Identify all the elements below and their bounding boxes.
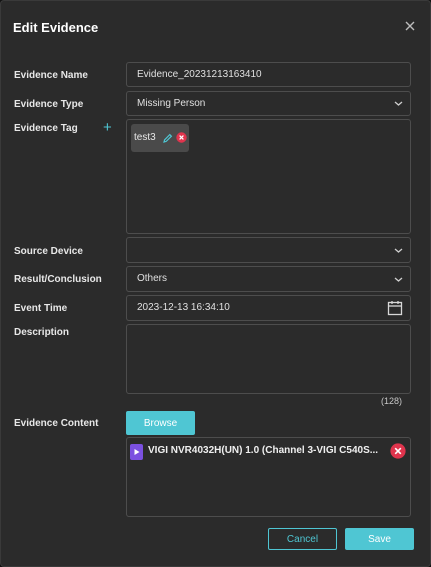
calendar-icon[interactable] [387, 300, 403, 316]
edit-evidence-dialog: Edit Evidence Evidence Name Evidence_202… [0, 0, 431, 567]
evidence-tag-label: Evidence Tag [14, 123, 78, 134]
chevron-down-icon [394, 101, 403, 106]
browse-button[interactable]: Browse [126, 411, 195, 435]
tag-chip: test3 [131, 124, 189, 152]
description-label: Description [14, 327, 70, 338]
evidence-name-input[interactable]: Evidence_20231213163410 [126, 62, 411, 87]
tag-chip-label: test3 [134, 132, 156, 143]
dialog-title: Edit Evidence [13, 20, 99, 35]
content-file-name: VIGI NVR4032H(UN) 1.0 (Channel 3-VIGI C5… [148, 445, 379, 456]
description-textarea[interactable] [126, 324, 411, 394]
evidence-type-select[interactable]: Missing Person [126, 91, 411, 116]
evidence-type-value: Missing Person [137, 98, 206, 109]
evidence-name-value: Evidence_20231213163410 [137, 69, 262, 80]
event-time-value: 2023-12-13 16:34:10 [137, 302, 230, 313]
evidence-name-label: Evidence Name [14, 70, 88, 81]
video-file-icon [130, 444, 143, 460]
save-button[interactable]: Save [345, 528, 414, 550]
event-time-input[interactable]: 2023-12-13 16:34:10 [126, 295, 411, 321]
result-conclusion-select[interactable]: Others [126, 266, 411, 292]
pencil-icon[interactable] [162, 133, 173, 144]
add-tag-button[interactable]: + [103, 120, 112, 135]
chevron-down-icon [394, 277, 403, 282]
remove-tag-icon[interactable] [176, 132, 187, 143]
cancel-button[interactable]: Cancel [268, 528, 337, 550]
evidence-type-label: Evidence Type [14, 99, 84, 110]
evidence-content-label: Evidence Content [14, 418, 99, 429]
source-device-select[interactable] [126, 237, 411, 263]
result-conclusion-value: Others [137, 273, 168, 284]
chevron-down-icon [394, 248, 403, 253]
result-conclusion-label: Result/Conclusion [14, 274, 102, 285]
event-time-label: Event Time [14, 303, 68, 314]
content-file-item[interactable]: VIGI NVR4032H(UN) 1.0 (Channel 3-VIGI C5… [130, 442, 410, 462]
remove-file-icon[interactable] [390, 443, 406, 459]
source-device-label: Source Device [14, 246, 83, 257]
description-char-counter: (128) [381, 396, 403, 406]
close-icon[interactable] [403, 19, 417, 33]
